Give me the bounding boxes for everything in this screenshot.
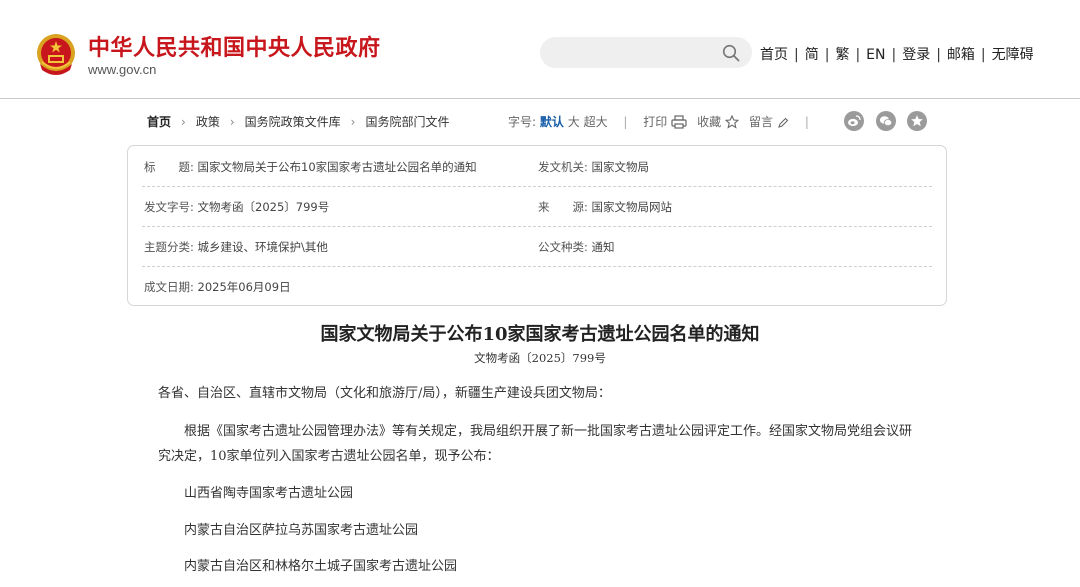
nav-separator: | xyxy=(936,47,941,63)
meta-title: 标 题: 国家文物局关于公布10家国家考古遗址公园名单的通知 xyxy=(144,159,477,175)
search-input[interactable] xyxy=(554,43,718,65)
search-box[interactable] xyxy=(540,37,752,68)
nav-english[interactable]: EN xyxy=(866,47,885,63)
list-item: 内蒙古自治区萨拉乌苏国家考古遗址公园 xyxy=(184,523,419,538)
site-header: 中华人民共和国中央人民政府 www.gov.cn 首页 | 简 | 繁 | EN | 登录 | 邮箱… xyxy=(0,0,1080,99)
chevron-right-icon: › xyxy=(350,115,356,129)
favorite-star-icon xyxy=(911,115,923,127)
list-item: 山西省陶寺国家考古遗址公园 xyxy=(184,486,354,501)
breadcrumb-policy-library[interactable]: 国务院政策文件库 xyxy=(245,115,341,129)
article-toolbar: 字号: 默认 大 超大 | 打印 收藏 留言 | xyxy=(508,113,821,130)
star-icon xyxy=(725,115,740,129)
nav-separator: | xyxy=(794,47,799,63)
meta-type-value: 通知 xyxy=(591,240,615,254)
nav-accessibility[interactable]: 无障碍 xyxy=(992,47,1034,63)
print-icon xyxy=(671,115,687,129)
article-body-line: 根据《国家考古遗址公园管理办法》等有关规定，我局组织开展了新一批国家考古遗址公园… xyxy=(184,424,913,439)
font-size-label: 字号: xyxy=(508,115,537,129)
meta-type: 公文种类: 通知 xyxy=(538,239,615,255)
nav-mail[interactable]: 邮箱 xyxy=(947,47,975,63)
article-salutation: 各省、自治区、直辖市文物局（文化和旅游厅/局），新疆生产建设兵团文物局： xyxy=(158,386,611,401)
wechat-icon xyxy=(879,116,893,127)
meta-issuer: 发文机关: 国家文物局 xyxy=(538,159,649,175)
site-url[interactable]: www.gov.cn xyxy=(88,62,156,77)
meta-doc-no-value: 文物考函〔2025〕799号 xyxy=(197,200,330,214)
font-default-button[interactable]: 默认 xyxy=(540,115,564,129)
font-large-button[interactable]: 大 xyxy=(568,115,580,129)
comment-label: 留言 xyxy=(748,115,773,129)
favorite-label: 收藏 xyxy=(697,115,722,129)
comment-button[interactable]: 留言 xyxy=(749,115,789,129)
toolbar-separator: | xyxy=(804,115,809,129)
meta-category-value: 城乡建设、环境保护\其他 xyxy=(197,240,328,254)
article-body-line: 究决定，10家单位列入国家考古遗址公园名单，现予公布： xyxy=(158,449,500,464)
meta-title-value: 国家文物局关于公布10家国家考古遗址公园名单的通知 xyxy=(197,160,477,174)
wechat-share-button[interactable] xyxy=(876,111,896,131)
meta-date-value: 2025年06月09日 xyxy=(197,280,291,294)
meta-doc-no: 发文字号: 文物考函〔2025〕799号 xyxy=(144,199,329,215)
top-nav: 首页 | 简 | 繁 | EN | 登录 | 邮箱 | 无障碍 xyxy=(760,44,1034,64)
nav-separator: | xyxy=(980,47,986,63)
weibo-share-button[interactable] xyxy=(844,111,864,131)
meta-row: 主题分类: 城乡建设、环境保护\其他 公文种类: 通知 xyxy=(142,226,932,267)
list-item: 内蒙古自治区和林格尔土城子国家考古遗址公园 xyxy=(184,559,458,574)
print-label: 打印 xyxy=(643,115,668,129)
meta-type-label: 公文种类: xyxy=(538,240,588,254)
toolbar-separator: | xyxy=(623,115,628,129)
meta-source: 来 源: 国家文物局网站 xyxy=(538,199,672,215)
breadcrumb-department-docs[interactable]: 国务院部门文件 xyxy=(365,115,449,129)
meta-source-value: 国家文物局网站 xyxy=(591,200,673,214)
meta-title-label: 标 题: xyxy=(144,160,194,174)
nav-separator: | xyxy=(824,47,830,63)
meta-row: 成文日期: 2025年06月09日 xyxy=(142,266,932,306)
meta-issuer-label: 发文机关: xyxy=(538,160,588,174)
meta-date: 成文日期: 2025年06月09日 xyxy=(144,279,291,295)
favorite-share-button[interactable] xyxy=(907,111,927,131)
site-title[interactable]: 中华人民共和国中央人民政府 xyxy=(88,30,381,62)
meta-date-label: 成文日期: xyxy=(144,280,194,294)
meta-category-label: 主题分类: xyxy=(144,240,194,254)
pencil-icon xyxy=(778,117,789,128)
meta-doc-no-label: 发文字号: xyxy=(144,200,194,214)
nav-separator: | xyxy=(855,47,861,63)
meta-row: 发文字号: 文物考函〔2025〕799号 来 源: 国家文物局网站 xyxy=(142,186,932,227)
nav-traditional[interactable]: 繁 xyxy=(835,47,849,63)
weibo-icon xyxy=(848,115,861,127)
breadcrumb-policy[interactable]: 政策 xyxy=(196,115,220,129)
meta-issuer-value: 国家文物局 xyxy=(591,160,650,174)
article-title: 国家文物局关于公布10家国家考古遗址公园名单的通知 xyxy=(320,324,760,345)
national-emblem-icon[interactable] xyxy=(34,32,78,78)
meta-source-label: 来 源: xyxy=(538,200,588,214)
breadcrumb: 首页 › 政策 › 国务院政策文件库 › 国务院部门文件 xyxy=(147,113,450,130)
meta-row: 标 题: 国家文物局关于公布10家国家考古遗址公园名单的通知 发文机关: 国家文… xyxy=(142,146,932,187)
favorite-button[interactable]: 收藏 xyxy=(697,115,740,129)
chevron-right-icon: › xyxy=(229,115,235,129)
document-meta-box: 标 题: 国家文物局关于公布10家国家考古遗址公园名单的通知 发文机关: 国家文… xyxy=(127,145,947,306)
article-doc-number: 文物考函〔2025〕799号 xyxy=(474,351,606,365)
font-xlarge-button[interactable]: 超大 xyxy=(584,115,608,129)
nav-separator: | xyxy=(891,47,897,63)
breadcrumb-home[interactable]: 首页 xyxy=(147,115,171,129)
nav-login[interactable]: 登录 xyxy=(902,47,930,63)
nav-home[interactable]: 首页 xyxy=(760,47,788,63)
nav-simplified[interactable]: 简 xyxy=(805,47,819,63)
print-button[interactable]: 打印 xyxy=(643,115,687,129)
search-icon[interactable] xyxy=(722,44,740,62)
chevron-right-icon: › xyxy=(181,115,186,129)
meta-category: 主题分类: 城乡建设、环境保护\其他 xyxy=(144,239,328,255)
